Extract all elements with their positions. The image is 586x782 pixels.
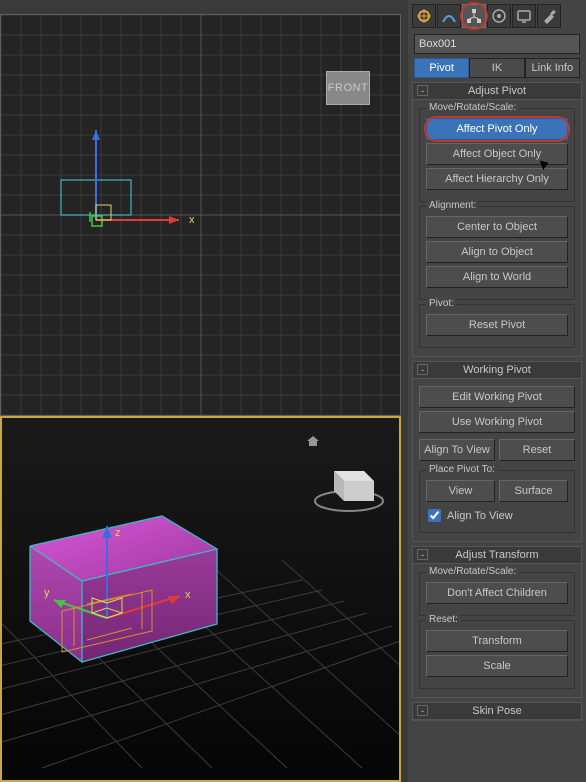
hierarchy-subtabs: Pivot IK Link Info	[414, 58, 580, 78]
modify-tab-icon[interactable]	[437, 4, 461, 28]
adjust-pivot-rollout: - Adjust Pivot Move/Rotate/Scale: Affect …	[412, 82, 582, 357]
place-view-button[interactable]: View	[426, 480, 495, 502]
persp-axis-z-label: z	[115, 527, 121, 539]
skin-pose-rollout: - Skin Pose	[412, 702, 582, 721]
rollout-toggle-icon[interactable]: -	[417, 549, 428, 560]
group-label: Move/Rotate/Scale:	[426, 566, 519, 577]
place-surface-button[interactable]: Surface	[499, 480, 568, 502]
reset-scale-button[interactable]: Scale	[426, 655, 568, 677]
edit-working-pivot-button[interactable]: Edit Working Pivot	[419, 386, 575, 408]
viewport-front[interactable]: x FRONT	[0, 14, 401, 416]
command-panel: Pivot IK Link Info - Adjust Pivot Move/Ro…	[408, 0, 586, 782]
rollout-title: Adjust Transform	[455, 549, 538, 561]
reset-transform-button[interactable]: Transform	[426, 630, 568, 652]
create-tab-icon[interactable]	[412, 4, 436, 28]
command-panel-tabs	[408, 0, 586, 30]
persp-axis-x-label: x	[185, 589, 191, 601]
link-info-subtab[interactable]: Link Info	[525, 58, 580, 78]
rollout-toggle-icon[interactable]: -	[417, 85, 428, 96]
use-working-pivot-button[interactable]: Use Working Pivot	[419, 411, 575, 433]
wp-reset-button[interactable]: Reset	[499, 439, 575, 461]
viewports-area: x FRONT	[0, 14, 403, 782]
object-name-field[interactable]	[414, 34, 580, 54]
affect-hierarchy-only-button[interactable]: Affect Hierarchy Only	[426, 168, 568, 190]
dont-affect-children-button[interactable]: Don't Affect Children	[426, 582, 568, 604]
working-pivot-rollout: - Working Pivot Edit Working Pivot Use Wo…	[412, 361, 582, 542]
pivot-subtab[interactable]: Pivot	[414, 58, 469, 78]
persp-axis-y-label: y	[44, 587, 50, 599]
viewcube-front[interactable]: FRONT	[326, 71, 370, 105]
rollout-title: Adjust Pivot	[468, 85, 526, 97]
group-label: Move/Rotate/Scale:	[426, 102, 519, 113]
adjust-transform-rollout: - Adjust Transform Move/Rotate/Scale: Don…	[412, 546, 582, 698]
align-to-view-checkbox[interactable]	[428, 509, 441, 522]
align-to-object-button[interactable]: Align to Object	[426, 241, 568, 263]
center-to-object-button[interactable]: Center to Object	[426, 216, 568, 238]
group-label: Reset:	[426, 614, 461, 625]
cursor-icon	[541, 159, 549, 169]
ik-subtab[interactable]: IK	[469, 58, 524, 78]
group-label: Place Pivot To:	[426, 464, 498, 475]
viewcube-face-label: FRONT	[328, 82, 368, 94]
rollout-title: Working Pivot	[463, 364, 531, 376]
reset-pivot-button[interactable]: Reset Pivot	[426, 314, 568, 336]
viewport-perspective[interactable]: z x y	[0, 416, 401, 782]
affect-pivot-only-button[interactable]: Affect Pivot Only	[426, 118, 568, 140]
motion-tab-icon[interactable]	[487, 4, 511, 28]
align-to-view-check-label: Align To View	[447, 510, 513, 522]
rollout-toggle-icon[interactable]: -	[417, 364, 428, 375]
wp-align-to-view-button[interactable]: Align To View	[419, 439, 495, 461]
axis-x-label: x	[189, 214, 195, 226]
rollout-title: Skin Pose	[472, 705, 522, 717]
hierarchy-tab-icon[interactable]	[462, 4, 486, 28]
display-tab-icon[interactable]	[512, 4, 536, 28]
align-to-view-check-row[interactable]: Align To View	[428, 509, 568, 522]
align-to-world-button[interactable]: Align to World	[426, 266, 568, 288]
rollout-toggle-icon[interactable]: -	[417, 705, 428, 716]
utilities-tab-icon[interactable]	[537, 4, 561, 28]
group-label: Pivot:	[426, 298, 457, 309]
group-label: Alignment:	[426, 200, 479, 211]
